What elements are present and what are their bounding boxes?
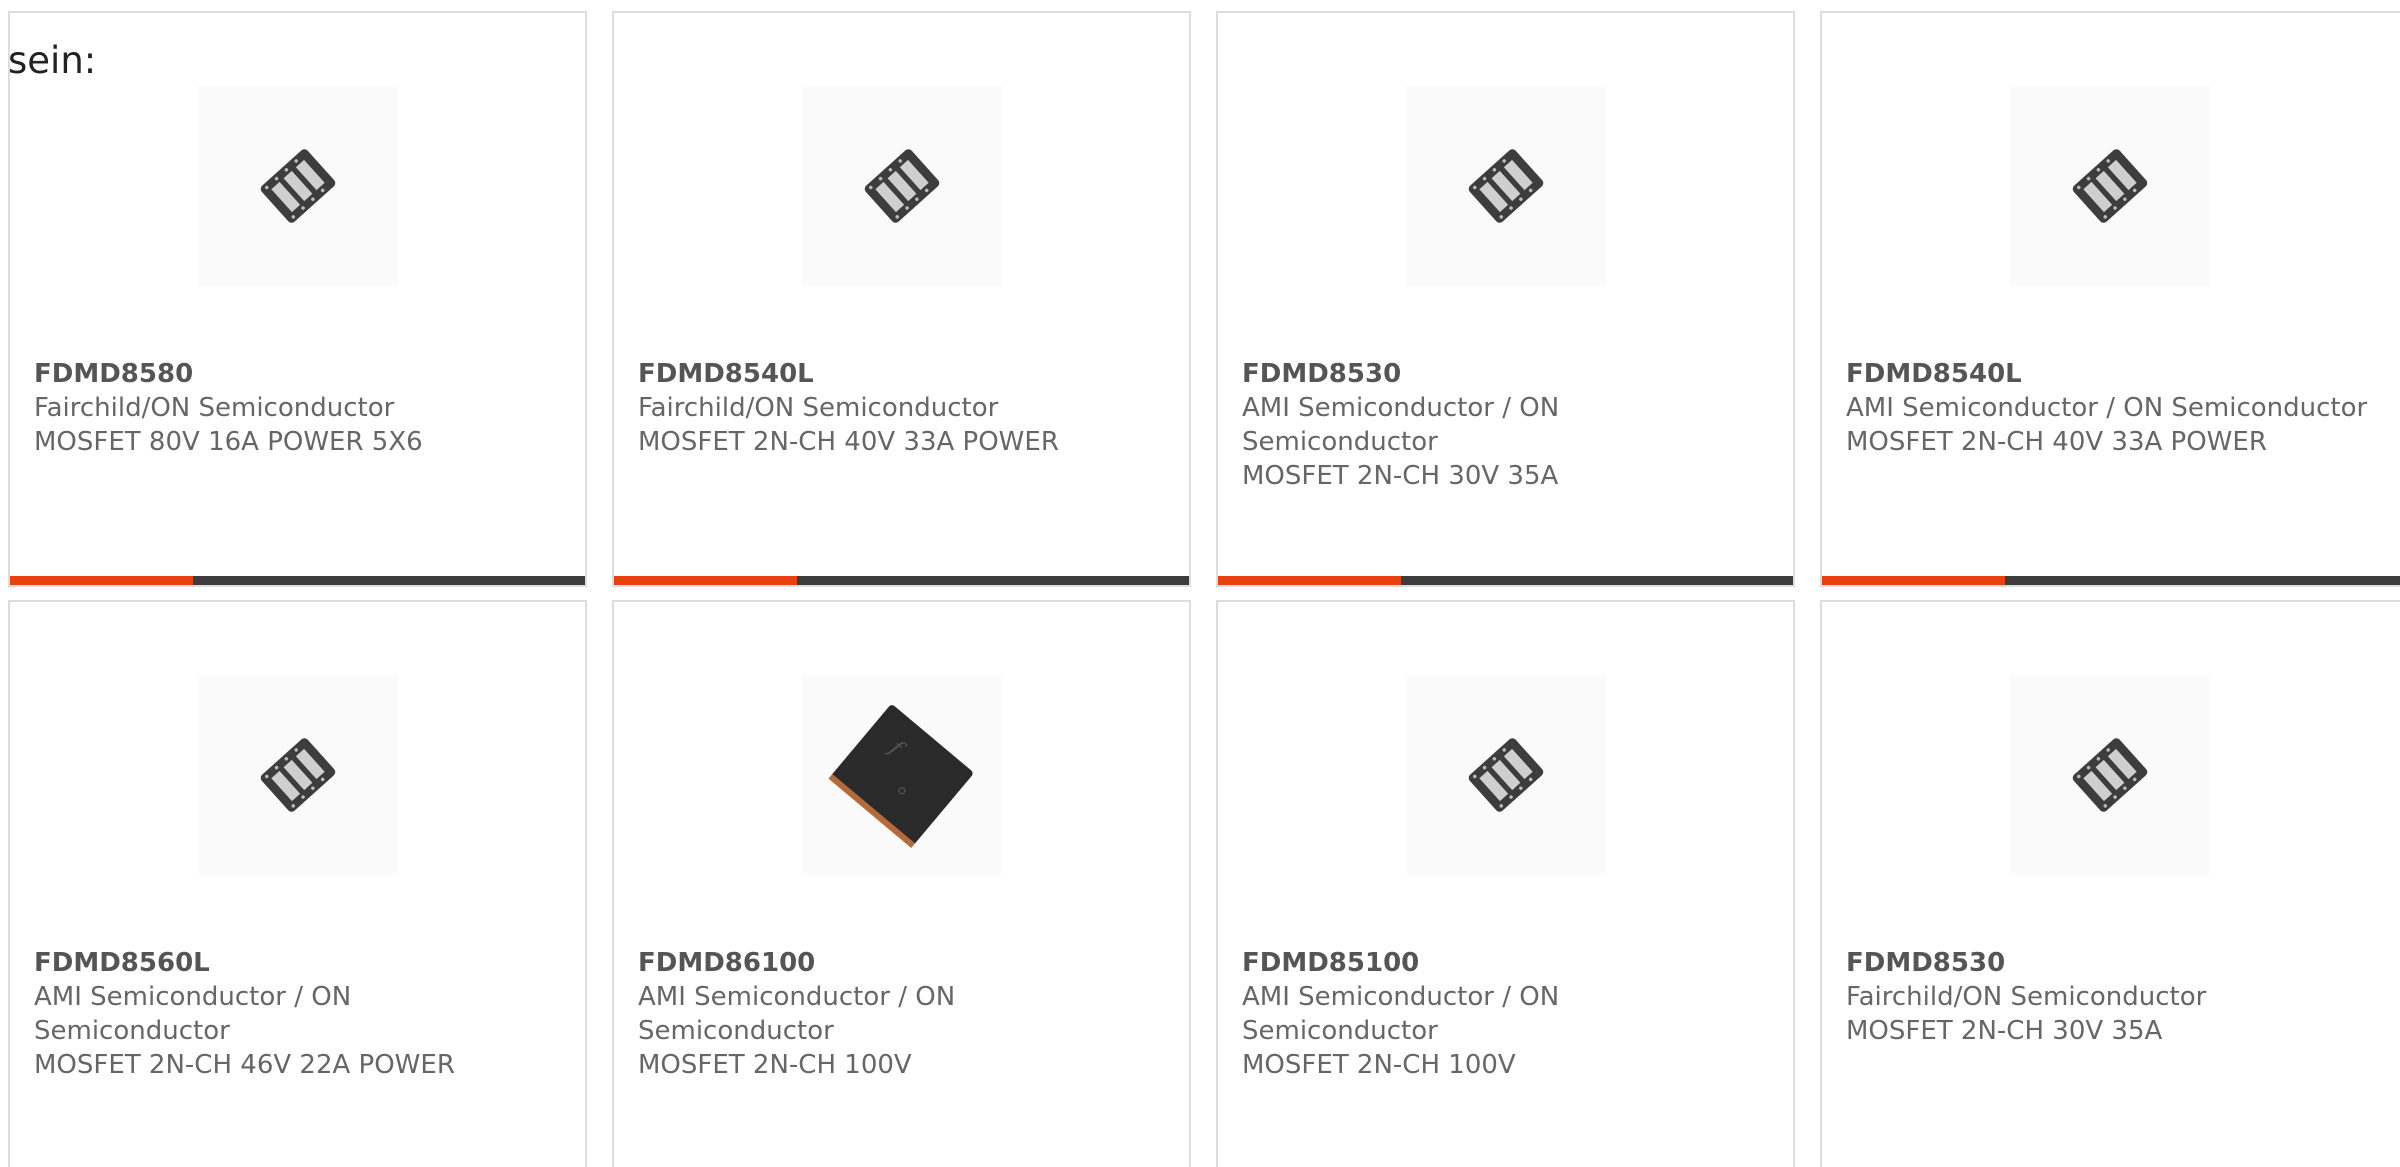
manufacturer: AMI Semiconductor / ON Semiconductor [1846,393,2368,423]
chip-dfn-icon [2010,675,2210,875]
chip-dfn-icon [1406,675,1606,875]
part-number[interactable]: FDMD8580 [34,357,555,391]
product-info: FDMD8580 Fairchild/ON Semiconductor MOSF… [34,357,555,459]
description: MOSFET 2N-CH 40V 33A POWER [1846,427,2267,457]
chip-dfn-icon [802,86,1002,286]
product-info: FDMD8530 AMI Semiconductor / ON Semicond… [1242,357,1763,493]
product-grid-page: sein: FDMD8580 Fairchild/ON Semiconducto… [0,0,2400,1167]
card-bottom-bar [614,576,1189,585]
manufacturer: Fairchild/ON Semiconductor [638,393,999,423]
product-card[interactable]: FDMD8540L Fairchild/ON Semiconductor MOS… [612,11,1191,587]
product-info: FDMD8560L AMI Semiconductor / ON Semicon… [34,946,555,1082]
manufacturer: Fairchild/ON Semiconductor [1846,982,2207,1012]
part-number[interactable]: FDMD8540L [1846,357,2370,391]
part-number[interactable]: FDMD86100 [638,946,1159,980]
description: MOSFET 80V 16A POWER 5X6 [34,427,423,457]
chip-dfn-icon [2010,86,2210,286]
part-number[interactable]: FDMD85100 [1242,946,1763,980]
product-card[interactable]: FDMD85100 AMI Semiconductor / ON Semicon… [1216,600,1795,1167]
product-info: FDMD8540L Fairchild/ON Semiconductor MOS… [638,357,1159,459]
intro-text: sein: [8,39,97,82]
chip-dfn-icon [1406,86,1606,286]
product-card[interactable]: FDMD8580 Fairchild/ON Semiconductor MOSF… [8,11,587,587]
product-info: FDMD86100 AMI Semiconductor / ON Semicon… [638,946,1159,1082]
product-info: FDMD8530 Fairchild/ON Semiconductor MOSF… [1846,946,2370,1048]
product-card[interactable]: f FDMD86100 AMI Semiconductor / ON Semic… [612,600,1191,1167]
manufacturer: AMI Semiconductor / ON Semiconductor [1242,982,1560,1046]
product-card[interactable]: FDMD8540L AMI Semiconductor / ON Semicon… [1820,11,2400,587]
manufacturer: AMI Semiconductor / ON Semiconductor [638,982,956,1046]
chip-dfn-icon [198,675,398,875]
chip-dfn-icon [198,86,398,286]
description: MOSFET 2N-CH 100V [1242,1050,1516,1080]
product-info: FDMD85100 AMI Semiconductor / ON Semicon… [1242,946,1763,1082]
manufacturer: Fairchild/ON Semiconductor [34,393,395,423]
manufacturer: AMI Semiconductor / ON Semiconductor [34,982,352,1046]
product-card[interactable]: FDMD8530 Fairchild/ON Semiconductor MOSF… [1820,600,2400,1167]
description: MOSFET 2N-CH 46V 22A POWER [34,1050,455,1080]
description: MOSFET 2N-CH 30V 35A [1846,1016,2163,1046]
card-bottom-bar [10,576,585,585]
description: MOSFET 2N-CH 40V 33A POWER [638,427,1059,457]
product-card[interactable]: FDMD8530 AMI Semiconductor / ON Semicond… [1216,11,1795,587]
product-info: FDMD8540L AMI Semiconductor / ON Semicon… [1846,357,2370,459]
card-bottom-bar [1822,576,2400,585]
part-number[interactable]: FDMD8530 [1242,357,1763,391]
chip-black-icon: f [802,675,1002,875]
description: MOSFET 2N-CH 30V 35A [1242,461,1559,491]
part-number[interactable]: FDMD8530 [1846,946,2370,980]
card-bottom-bar [1218,576,1793,585]
product-card[interactable]: FDMD8560L AMI Semiconductor / ON Semicon… [8,600,587,1167]
description: MOSFET 2N-CH 100V [638,1050,912,1080]
part-number[interactable]: FDMD8560L [34,946,555,980]
part-number[interactable]: FDMD8540L [638,357,1159,391]
manufacturer: AMI Semiconductor / ON Semiconductor [1242,393,1560,457]
